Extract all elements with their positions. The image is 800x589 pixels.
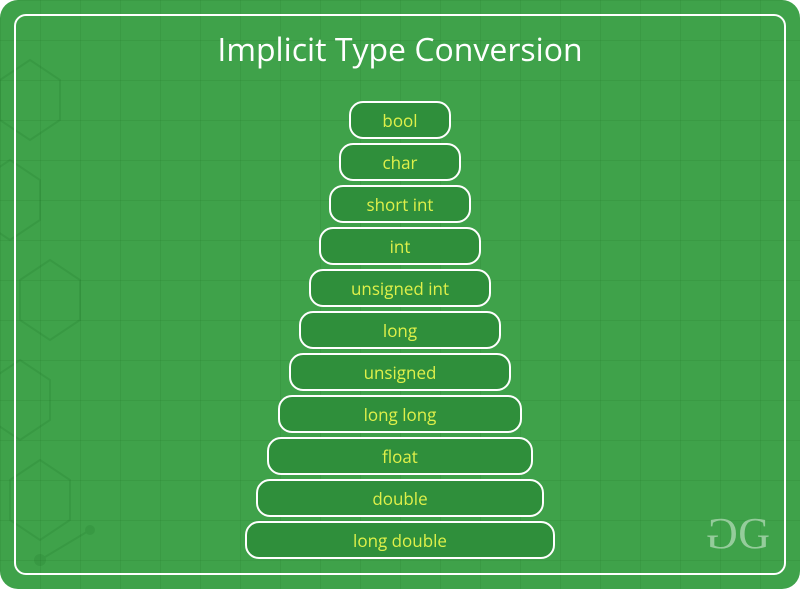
type-box: unsigned int xyxy=(309,269,491,307)
type-box: int xyxy=(319,227,481,265)
type-label: float xyxy=(382,445,418,468)
type-label: unsigned int xyxy=(351,277,449,300)
logo-g: G xyxy=(738,509,766,558)
diagram-title: Implicit Type Conversion xyxy=(14,28,786,71)
type-label: unsigned xyxy=(364,361,437,384)
type-box: short int xyxy=(329,185,471,223)
logo-g-mirrored: G xyxy=(710,508,738,559)
type-box: bool xyxy=(349,101,451,139)
type-label: long xyxy=(383,319,417,342)
type-label: long long xyxy=(364,403,437,426)
type-label: long double xyxy=(353,529,447,552)
type-box: unsigned xyxy=(289,353,511,391)
type-box: long long xyxy=(278,395,522,433)
type-box: double xyxy=(256,479,544,517)
type-box: long double xyxy=(245,521,555,559)
type-pyramid: bool char short int int unsigned int lon… xyxy=(14,101,786,559)
type-label: bool xyxy=(382,109,417,132)
type-label: char xyxy=(383,151,418,174)
type-box: char xyxy=(339,143,461,181)
type-label: int xyxy=(390,235,411,258)
type-box: float xyxy=(267,437,533,475)
type-label: double xyxy=(372,487,427,510)
logo: GG xyxy=(710,508,766,559)
type-box: long xyxy=(299,311,501,349)
type-label: short int xyxy=(367,193,434,216)
diagram-container: Implicit Type Conversion bool char short… xyxy=(0,0,800,589)
